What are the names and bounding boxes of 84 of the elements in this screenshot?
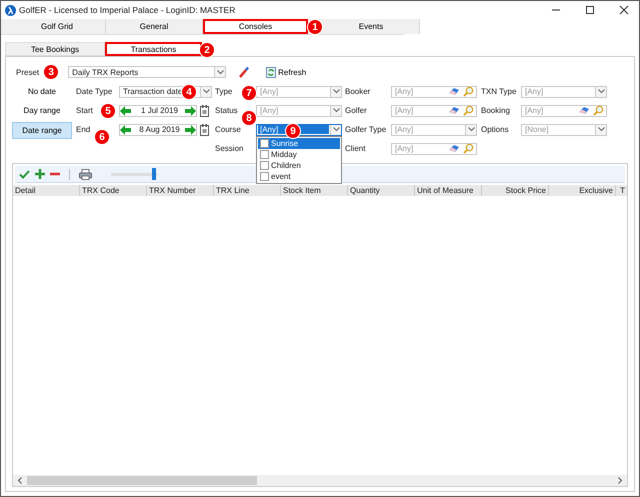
field-label: TXN Type (481, 87, 516, 96)
field-label: Booker (345, 87, 370, 96)
column-header[interactable]: Exclusive (549, 185, 616, 196)
search-icon[interactable] (463, 105, 474, 116)
maximize-icon[interactable] (585, 5, 595, 15)
right-arrow-icon[interactable] (185, 124, 196, 134)
field-label: Start (76, 106, 93, 115)
field-label: Status (215, 106, 238, 115)
column-header[interactable]: TRX Line (214, 185, 281, 196)
slider-thumb[interactable] (152, 168, 156, 180)
chevron-down-icon[interactable] (332, 127, 340, 132)
date-field[interactable]: 8 Aug 2019 (119, 124, 197, 136)
date-mode-button[interactable]: No date (12, 84, 72, 99)
column-header[interactable]: Stock Item (281, 185, 348, 196)
callout-badge: 2 (199, 42, 215, 58)
field-label: Date Type (76, 87, 112, 96)
chevron-down-icon[interactable] (202, 89, 210, 94)
field-label: Booking (481, 106, 510, 115)
chevron-down-icon[interactable] (332, 89, 340, 94)
dropdown-option[interactable]: Children (258, 160, 340, 170)
search-icon[interactable] (463, 86, 474, 97)
dropdown-option[interactable]: event (258, 170, 340, 182)
scroll-left-icon[interactable] (17, 477, 23, 484)
dropdown-option[interactable]: Sunrise (258, 138, 340, 148)
callout-badge: 7 (241, 85, 257, 101)
callout-badge: 1 (307, 19, 323, 35)
dropdown-option[interactable]: Midday (258, 148, 340, 160)
right-arrow-icon[interactable] (185, 106, 196, 116)
chevron-down-icon[interactable] (468, 127, 474, 132)
chevron-down-icon[interactable] (332, 108, 340, 113)
date-field[interactable]: 1 Jul 2019 (119, 104, 197, 116)
preset-label: Preset (16, 68, 40, 76)
chevron-down-icon[interactable] (598, 89, 604, 94)
eraser-icon[interactable] (578, 106, 590, 115)
calendar-icon[interactable] (200, 104, 209, 116)
window-title: GolfER - Licensed to Imperial Palace - LoginID: MASTER (19, 5, 236, 15)
field-label: Type (215, 87, 232, 96)
field-label: End (76, 125, 90, 134)
eraser-icon[interactable] (448, 87, 460, 96)
main-tab[interactable]: Consoles (203, 19, 308, 34)
sub-tab[interactable]: Transactions (105, 42, 202, 56)
search-icon[interactable] (463, 143, 474, 154)
checkmark-icon[interactable] (19, 170, 30, 178)
app-logo-icon (5, 4, 16, 16)
column-header[interactable]: Stock Price (482, 185, 549, 196)
wand-icon[interactable] (238, 66, 250, 78)
left-arrow-icon[interactable] (120, 106, 131, 116)
close-icon[interactable] (619, 5, 629, 15)
column-header[interactable]: T (616, 185, 627, 196)
field-label: Course (215, 125, 241, 134)
field-label: Options (481, 125, 509, 134)
zoom-slider[interactable] (111, 168, 157, 180)
plus-icon[interactable] (35, 169, 45, 179)
printer-icon[interactable] (79, 168, 92, 180)
callout-badge: 4 (181, 84, 197, 100)
callout-badge: 8 (241, 110, 257, 126)
calendar-icon[interactable] (200, 124, 209, 136)
field-label: Client (345, 144, 366, 153)
sub-tab[interactable]: Tee Bookings (5, 42, 105, 56)
column-header[interactable]: TRX Number (147, 185, 214, 196)
chevron-down-icon[interactable] (598, 127, 604, 132)
column-header[interactable]: Unit of Measure (415, 185, 482, 196)
scroll-right-icon[interactable] (617, 477, 623, 484)
refresh-icon (266, 66, 276, 78)
left-arrow-icon[interactable] (120, 124, 131, 134)
chevron-down-icon[interactable] (216, 70, 224, 74)
callout-badge: 5 (100, 103, 116, 119)
date-mode-button[interactable]: Date range (12, 122, 72, 139)
search-icon[interactable] (593, 105, 604, 116)
minus-icon[interactable] (50, 172, 60, 176)
eraser-icon[interactable] (448, 106, 460, 115)
column-header[interactable]: Detail (13, 185, 80, 196)
field-label: Session (215, 144, 244, 153)
date-mode-button[interactable]: Day range (12, 103, 72, 118)
field-label: Golfer Type (345, 125, 386, 134)
field-label: Golfer (345, 106, 367, 115)
callout-badge: 6 (94, 129, 110, 145)
refresh-button[interactable]: Refresh (266, 66, 306, 78)
column-header[interactable]: TRX Code (80, 185, 147, 196)
column-header[interactable]: Quantity (348, 185, 415, 196)
preset-dropdown[interactable]: Daily TRX Reports (68, 66, 226, 78)
callout-badge: 3 (43, 64, 60, 80)
horizontal-scrollbar[interactable] (13, 475, 627, 486)
eraser-icon[interactable] (448, 144, 460, 153)
